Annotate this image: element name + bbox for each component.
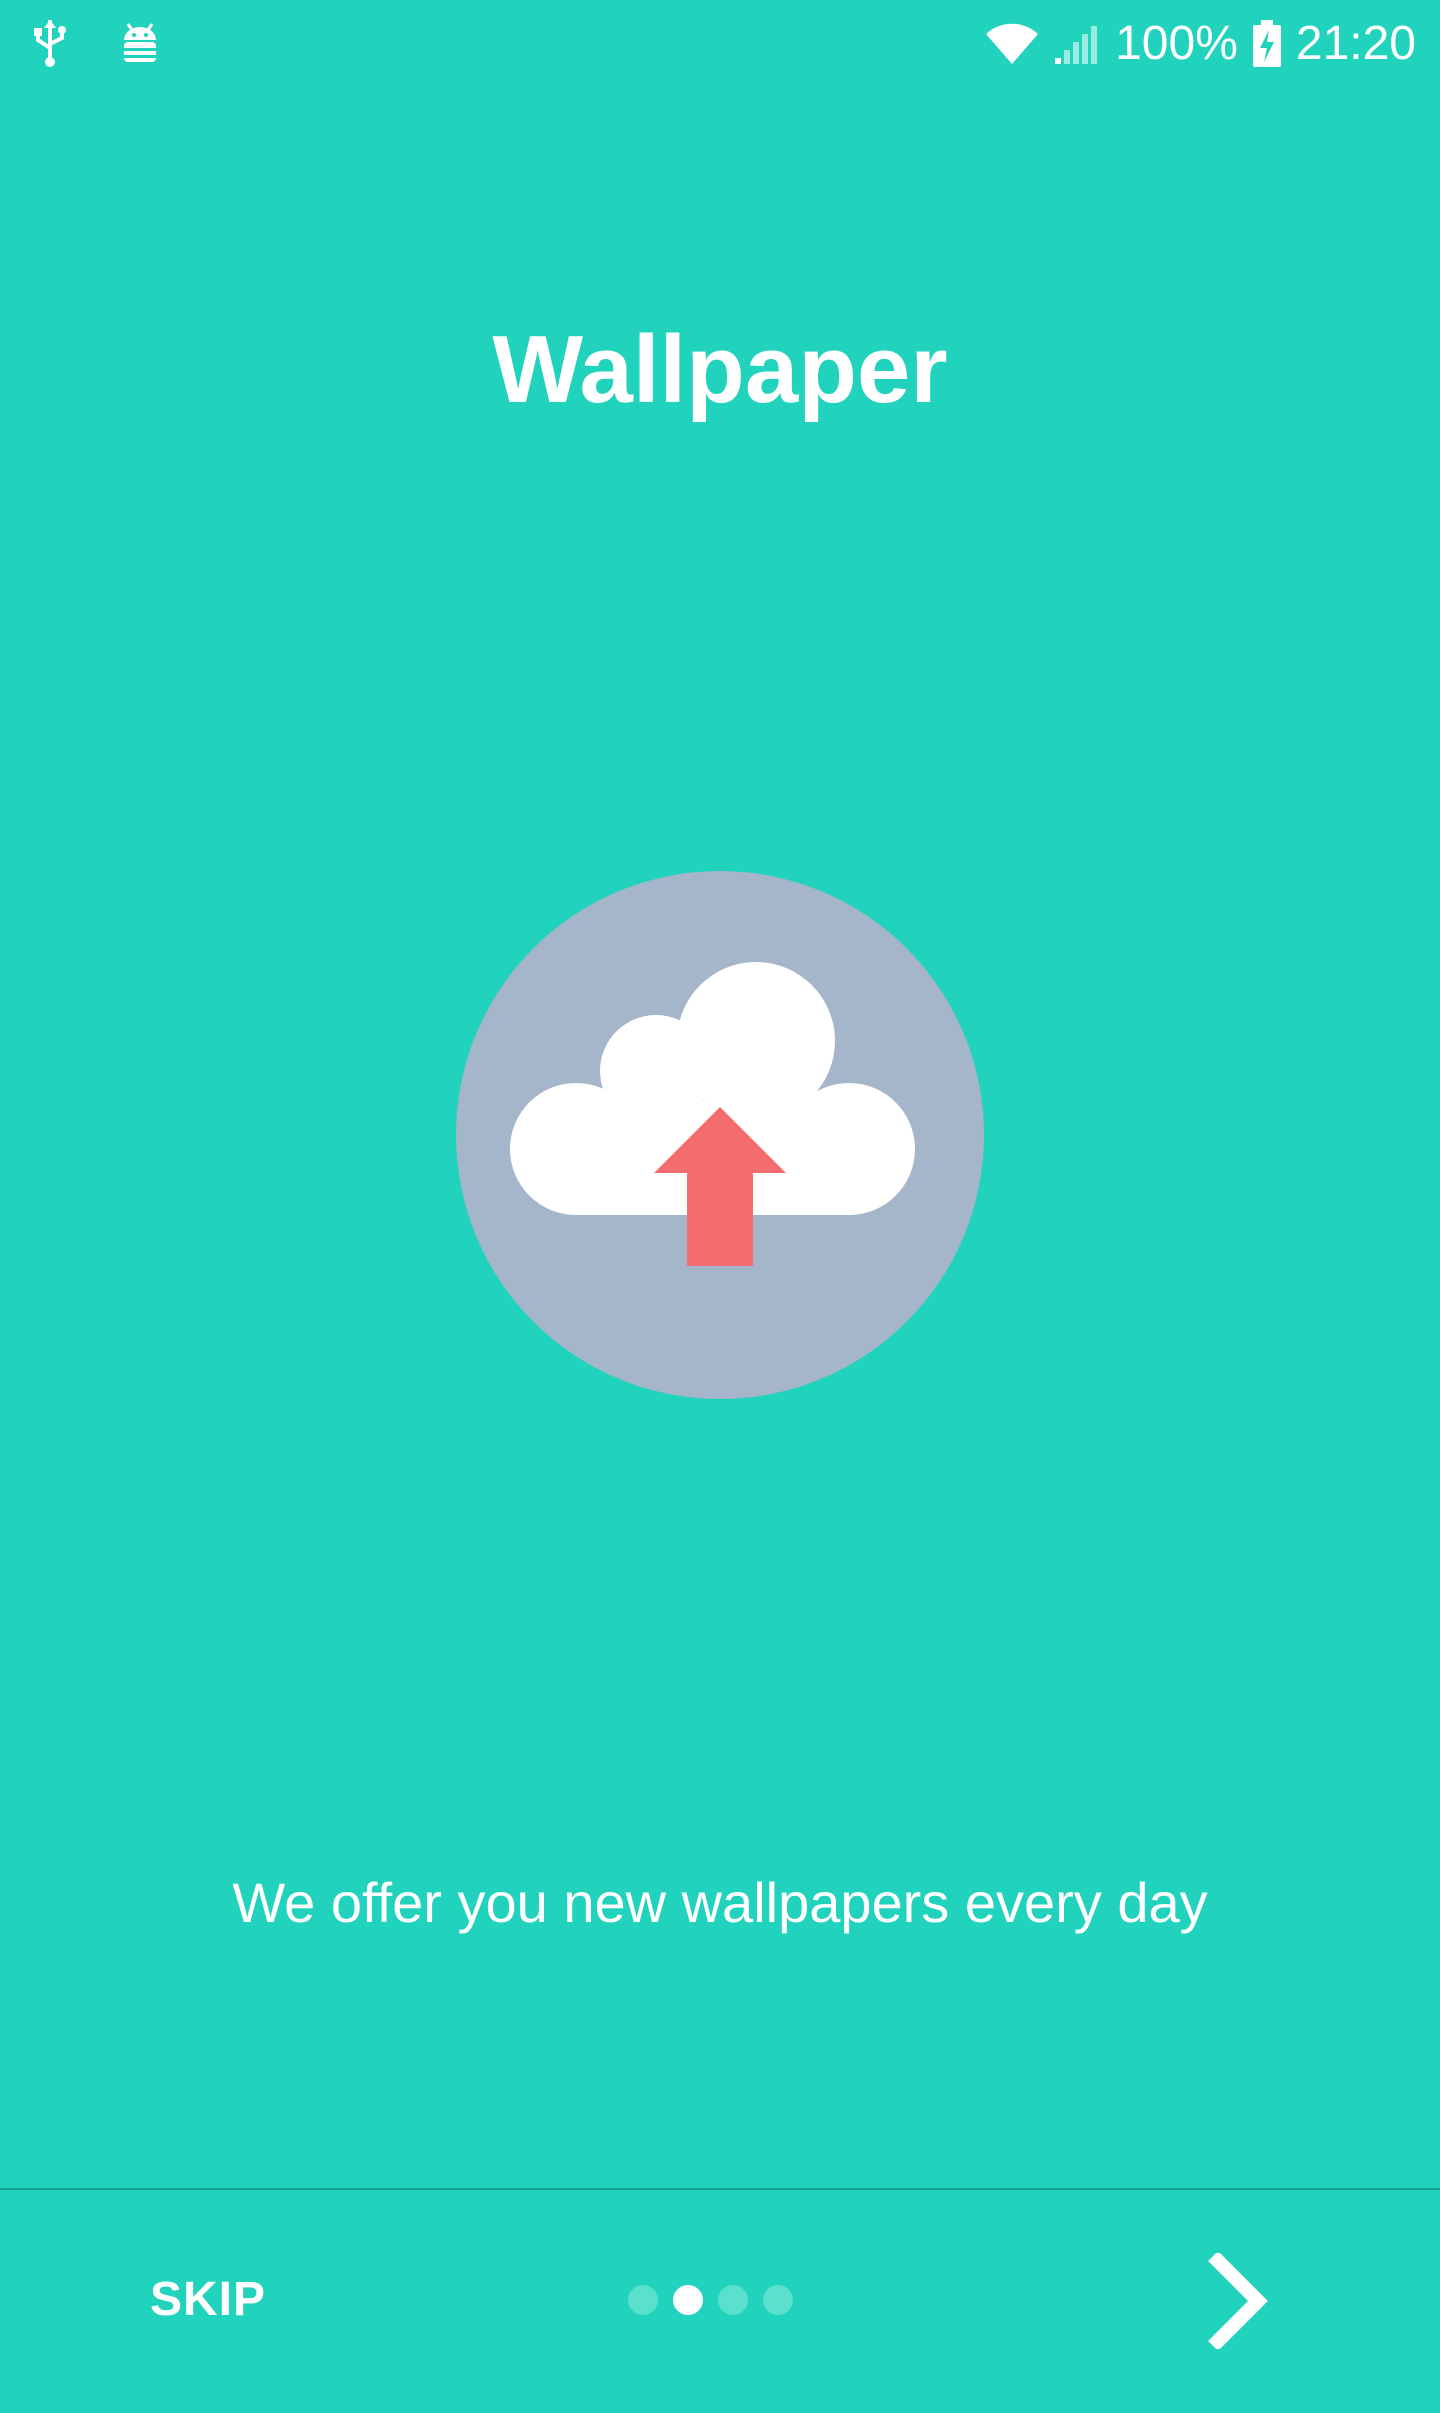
status-bar-right: 100% 21:20 bbox=[985, 14, 1416, 74]
onboarding-description: We offer you new wallpapers every day bbox=[232, 1871, 1208, 1934]
page-dot bbox=[763, 2285, 793, 2315]
chevron-right-icon bbox=[1208, 2251, 1268, 2351]
next-button[interactable] bbox=[1200, 2251, 1280, 2351]
bottom-divider bbox=[0, 2188, 1440, 2190]
page-dot-active bbox=[673, 2285, 703, 2315]
usb-icon bbox=[30, 18, 70, 68]
cell-signal-icon bbox=[1053, 22, 1101, 66]
wifi-icon bbox=[985, 22, 1039, 66]
skip-button[interactable]: SKIP bbox=[150, 2268, 266, 2332]
page-indicator bbox=[628, 2285, 793, 2315]
status-bar-left bbox=[30, 18, 162, 68]
android-debug-icon bbox=[118, 20, 162, 66]
clock: 21:20 bbox=[1295, 17, 1416, 70]
cloud-upload-icon bbox=[456, 871, 984, 1399]
battery-charging-icon bbox=[1252, 20, 1282, 68]
battery-percentage: 100% bbox=[1115, 17, 1238, 70]
status-bar: 100% 21:20 bbox=[0, 0, 1440, 90]
page-title: Wallpaper bbox=[492, 316, 948, 423]
page-dot bbox=[628, 2285, 658, 2315]
page-dot bbox=[718, 2285, 748, 2315]
